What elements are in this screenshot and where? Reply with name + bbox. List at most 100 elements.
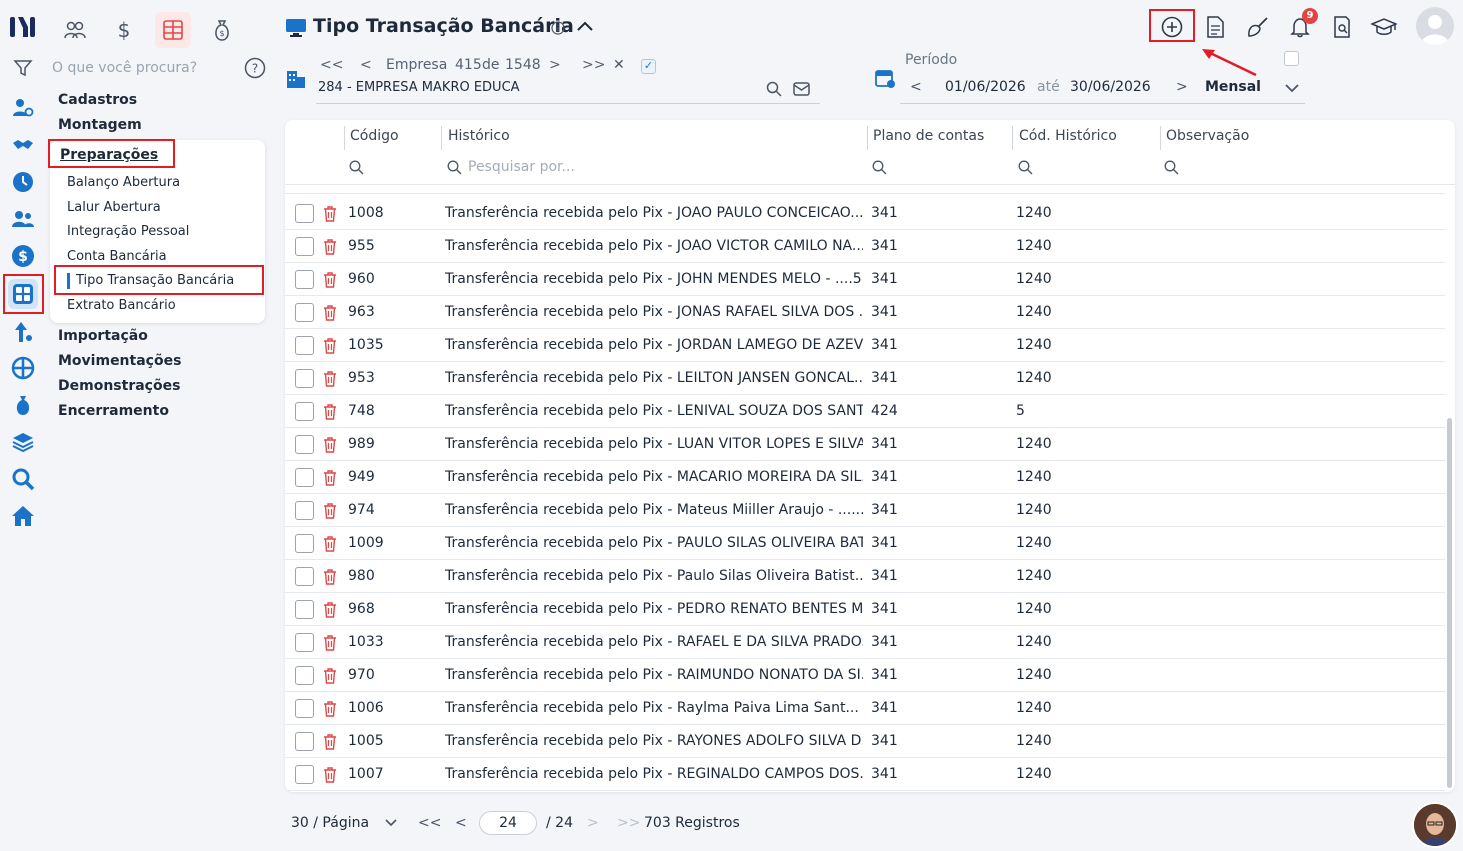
- row-checkbox[interactable]: [295, 732, 314, 751]
- table-row[interactable]: 1035 Transferência recebida pelo Pix - JO…: [285, 329, 1445, 362]
- collapse-chevron-icon[interactable]: [576, 19, 594, 37]
- row-checkbox[interactable]: [295, 699, 314, 718]
- row-checkbox[interactable]: [295, 336, 314, 355]
- row-checkbox[interactable]: [295, 666, 314, 685]
- company-search-icon[interactable]: [766, 81, 782, 101]
- trash-icon[interactable]: [322, 304, 338, 326]
- support-avatar[interactable]: [1412, 802, 1458, 848]
- table-row[interactable]: 1033 Transferência recebida pelo Pix - RA…: [285, 626, 1445, 659]
- trash-icon[interactable]: [322, 700, 338, 722]
- menu-montagem[interactable]: Montagem: [58, 117, 142, 133]
- table-row[interactable]: 1005 Transferência recebida pelo Pix - RA…: [285, 725, 1445, 758]
- prev-page-icon[interactable]: <: [455, 815, 467, 831]
- trash-icon[interactable]: [322, 502, 338, 524]
- accounting-module-tab-icon[interactable]: [155, 12, 191, 48]
- import-arrow-icon[interactable]: [8, 317, 38, 347]
- info-icon[interactable]: [551, 21, 565, 39]
- next-company-icon[interactable]: >: [549, 57, 561, 73]
- table-row[interactable]: 1007 Transferência recebida pelo Pix - RE…: [285, 758, 1445, 791]
- prev-period-icon[interactable]: <: [910, 79, 922, 95]
- row-checkbox[interactable]: [295, 237, 314, 256]
- period-start-field[interactable]: 01/06/2026: [945, 79, 1026, 95]
- period-mode-chevron-down-icon[interactable]: [1284, 82, 1300, 98]
- menu-cadastros[interactable]: Cadastros: [58, 92, 137, 108]
- row-checkbox[interactable]: [295, 468, 314, 487]
- trash-icon[interactable]: [322, 238, 338, 260]
- table-row[interactable]: 748 Transferência recebida pelo Pix - LEN…: [285, 395, 1445, 428]
- menu-encerramento[interactable]: Encerramento: [58, 403, 169, 419]
- row-checkbox[interactable]: [295, 765, 314, 784]
- row-checkbox[interactable]: [295, 534, 314, 553]
- table-row[interactable]: 955 Transferência recebida pelo Pix - JOA…: [285, 230, 1445, 263]
- company-mail-icon[interactable]: [793, 81, 810, 101]
- clock-icon[interactable]: [8, 167, 38, 197]
- graduation-cap-icon[interactable]: [1367, 10, 1401, 44]
- menu-importacao[interactable]: Importação: [58, 328, 148, 344]
- sidebar-search-input[interactable]: O que você procura?: [52, 60, 197, 76]
- row-checkbox[interactable]: [295, 600, 314, 619]
- users-config-icon[interactable]: [8, 93, 38, 123]
- handshake-icon[interactable]: [8, 130, 38, 160]
- dollar-icon[interactable]: $: [8, 241, 38, 271]
- table-row[interactable]: 949 Transferência recebida pelo Pix - MAC…: [285, 461, 1445, 494]
- trash-icon[interactable]: [322, 436, 338, 458]
- trash-icon[interactable]: [322, 205, 338, 227]
- column-header-observacao[interactable]: Observação: [1166, 128, 1249, 144]
- next-page-icon[interactable]: >: [587, 815, 599, 831]
- row-checkbox[interactable]: [295, 402, 314, 421]
- company-checkbox[interactable]: ✓: [641, 59, 656, 74]
- row-checkbox[interactable]: [295, 303, 314, 322]
- column-header-codigo[interactable]: Código: [350, 128, 399, 144]
- trash-icon[interactable]: [322, 733, 338, 755]
- report-search-icon[interactable]: [1325, 10, 1359, 44]
- search-module-icon[interactable]: [8, 464, 38, 494]
- submenu-item-extrato-bancario[interactable]: Extrato Bancário: [67, 298, 176, 313]
- column-header-cod-historico[interactable]: Cód. Histórico: [1019, 128, 1117, 144]
- submenu-item-conta-bancaria[interactable]: Conta Bancária: [67, 249, 167, 264]
- trash-icon[interactable]: [322, 337, 338, 359]
- trash-icon[interactable]: [322, 370, 338, 392]
- table-row[interactable]: 1008 Transferência recebida pelo Pix - JO…: [285, 197, 1445, 230]
- table-row[interactable]: 960 Transferência recebida pelo Pix - JOH…: [285, 263, 1445, 296]
- menu-demonstracoes[interactable]: Demonstrações: [58, 378, 180, 394]
- per-page-select[interactable]: 30 / Página: [291, 815, 369, 831]
- row-checkbox[interactable]: [295, 501, 314, 520]
- first-page-icon[interactable]: <<: [418, 815, 441, 831]
- table-row[interactable]: 953 Transferência recebida pelo Pix - LEI…: [285, 362, 1445, 395]
- page-number-input[interactable]: 24: [479, 811, 537, 835]
- company-name[interactable]: 284 - EMPRESA MAKRO EDUCA: [318, 80, 520, 95]
- period-end-field[interactable]: 30/06/2026: [1070, 79, 1151, 95]
- row-checkbox[interactable]: [295, 633, 314, 652]
- trash-icon[interactable]: [322, 271, 338, 293]
- trash-icon[interactable]: [322, 469, 338, 491]
- trash-icon[interactable]: [322, 601, 338, 623]
- trash-icon[interactable]: [322, 766, 338, 788]
- submenu-item-integracao-pessoal[interactable]: Integração Pessoal: [67, 224, 189, 239]
- prev-company-icon[interactable]: <: [360, 57, 372, 73]
- last-page-icon[interactable]: >>: [617, 815, 640, 831]
- table-row[interactable]: 989 Transferência recebida pelo Pix - LUA…: [285, 428, 1445, 461]
- grid-scrollbar[interactable]: [1447, 418, 1452, 788]
- finance-module-tab-icon[interactable]: $: [106, 12, 142, 48]
- row-checkbox[interactable]: [295, 567, 314, 586]
- broom-clean-icon[interactable]: [1241, 10, 1275, 44]
- table-row[interactable]: 974 Transferência recebida pelo Pix - Mat…: [285, 494, 1445, 527]
- per-page-chevron-down-icon[interactable]: [384, 818, 398, 828]
- menu-movimentacoes[interactable]: Movimentações: [58, 353, 181, 369]
- money-bag-icon[interactable]: [8, 390, 38, 420]
- row-checkbox[interactable]: [295, 204, 314, 223]
- submenu-item-lalur-abertura[interactable]: Lalur Abertura: [67, 200, 161, 215]
- help-icon[interactable]: ?: [244, 57, 266, 83]
- user-avatar[interactable]: [1416, 7, 1454, 45]
- app-logo[interactable]: [9, 14, 37, 40]
- document-icon[interactable]: [1198, 10, 1232, 44]
- next-period-icon[interactable]: >: [1176, 79, 1188, 95]
- trash-icon[interactable]: [322, 568, 338, 590]
- trash-icon[interactable]: [322, 667, 338, 689]
- calendar-icon[interactable]: [874, 67, 896, 93]
- clear-company-icon[interactable]: ✕: [613, 57, 625, 73]
- row-checkbox[interactable]: [295, 270, 314, 289]
- add-circle-icon[interactable]: [1155, 10, 1189, 44]
- column-header-historico[interactable]: Histórico: [448, 128, 510, 144]
- table-row[interactable]: 963 Transferência recebida pelo Pix - JON…: [285, 296, 1445, 329]
